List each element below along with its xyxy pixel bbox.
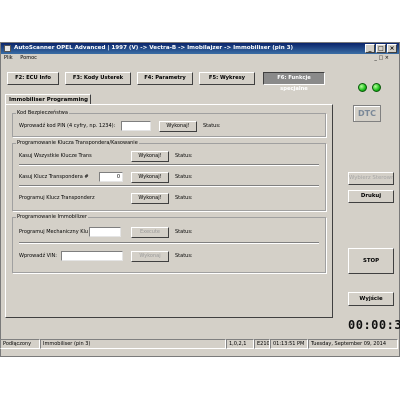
- print-button[interactable]: Drukuj: [348, 190, 394, 203]
- mechanical-key-label: Programuj Mechaniczny Klu: [19, 229, 89, 235]
- window-title: AutoScanner OPEL Advanced | 1997 (V) -> …: [14, 45, 294, 51]
- tab-wykresy[interactable]: F5: Wykresy: [199, 72, 255, 85]
- vin-status: Status:: [175, 253, 193, 259]
- main-window: AutoScanner OPEL Advanced | 1997 (V) -> …: [0, 42, 400, 357]
- erase-key-status: Status:: [175, 174, 193, 180]
- group-immobilizer-programming: Programowanie Immobilizer Programuj Mech…: [12, 214, 326, 273]
- mechanical-key-input[interactable]: [89, 227, 121, 237]
- erase-all-keys-button[interactable]: Wykonaj!: [131, 151, 169, 162]
- mechanical-key-status: Status:: [175, 229, 193, 235]
- erase-all-keys-label: Kasuj Wszystkie Klucze Trans: [19, 153, 92, 159]
- pin-status: Status:: [203, 123, 221, 129]
- vin-input[interactable]: [61, 251, 123, 261]
- session-timer: 00:00:31: [348, 318, 400, 332]
- immobiliser-panel: Kod Bezpieczeństwa Wprowadź kod PIN (4 c…: [5, 104, 333, 318]
- status-bar: Podłączony Immobiliser (pin 3) 1,0,2,1 E…: [0, 339, 398, 349]
- program-key-label: Programuj Klucz Transponderz: [19, 195, 95, 201]
- group-security-code: Kod Bezpieczeństwa Wprowadź kod PIN (4 c…: [12, 110, 326, 137]
- status-time: 01:13:51 PM: [270, 339, 308, 349]
- erase-key-button[interactable]: Wykonaj!: [131, 172, 169, 183]
- separator: [19, 185, 319, 187]
- program-key-status: Status:: [175, 195, 193, 201]
- exit-button[interactable]: Wyjście: [348, 292, 394, 306]
- program-key-button[interactable]: Wykonaj!: [131, 193, 169, 204]
- separator: [19, 164, 319, 166]
- mdi-controls[interactable]: _ □ ×: [374, 54, 389, 63]
- tab-funkcje-specjalne[interactable]: F6: Funkcje specjalne: [263, 72, 325, 92]
- maximize-button[interactable]: □: [376, 44, 386, 53]
- minimize-button[interactable]: _: [365, 44, 375, 53]
- group-title: Programowanie Klucza Transpondera/Kasowa…: [16, 140, 139, 147]
- pin-input[interactable]: [121, 121, 151, 131]
- pin-execute-button[interactable]: Wykonaj!: [159, 121, 197, 132]
- select-ecu-button[interactable]: Wybierz Sterownik: [348, 172, 394, 185]
- menu-bar: Plik Pomoc _ □ ×: [1, 54, 399, 63]
- status-version: 1,0,2,1: [226, 339, 254, 349]
- title-bar: AutoScanner OPEL Advanced | 1997 (V) -> …: [1, 43, 399, 54]
- vin-label: Wprowadź VIN:: [19, 253, 57, 259]
- tab-ecu-info[interactable]: F2: ECU Info: [7, 72, 59, 85]
- pin-label: Wprowadź kod PIN (4 cyfry, np. 1234):: [19, 123, 116, 129]
- mechanical-key-execute-button[interactable]: Execute: [131, 227, 169, 238]
- menu-item-pomoc[interactable]: Pomoc: [20, 55, 37, 61]
- group-title: Programowanie Immobilizer: [16, 214, 88, 221]
- tab-kody-usterek[interactable]: F3: Kody Usterek: [65, 72, 131, 85]
- status-led-right: [372, 83, 381, 92]
- close-button[interactable]: ×: [387, 44, 397, 53]
- dtc-indicator: DTC: [353, 105, 381, 122]
- status-connection: Podłączony: [0, 339, 40, 349]
- group-transponder-keys: Programowanie Klucza Transpondera/Kasowa…: [12, 140, 326, 211]
- erase-all-keys-status: Status:: [175, 153, 193, 159]
- menu-item-plik[interactable]: Plik: [4, 55, 13, 61]
- status-module: Immobiliser (pin 3): [40, 339, 226, 349]
- group-title: Kod Bezpieczeństwa: [16, 110, 69, 117]
- window-controls: _ □ ×: [365, 44, 397, 53]
- status-led-left: [358, 83, 367, 92]
- vin-execute-button[interactable]: Wykonaj: [131, 251, 169, 262]
- status-date: Tuesday, September 09, 2014: [308, 339, 398, 349]
- key-number-input[interactable]: 0: [99, 172, 123, 182]
- erase-key-label: Kasuj Klucz Transpondera #: [19, 174, 89, 180]
- tab-parametry[interactable]: F4: Parametry: [137, 72, 193, 85]
- separator: [19, 242, 319, 244]
- status-code: E210: [254, 339, 270, 349]
- app-icon: [4, 45, 11, 52]
- stop-button[interactable]: STOP: [348, 248, 394, 274]
